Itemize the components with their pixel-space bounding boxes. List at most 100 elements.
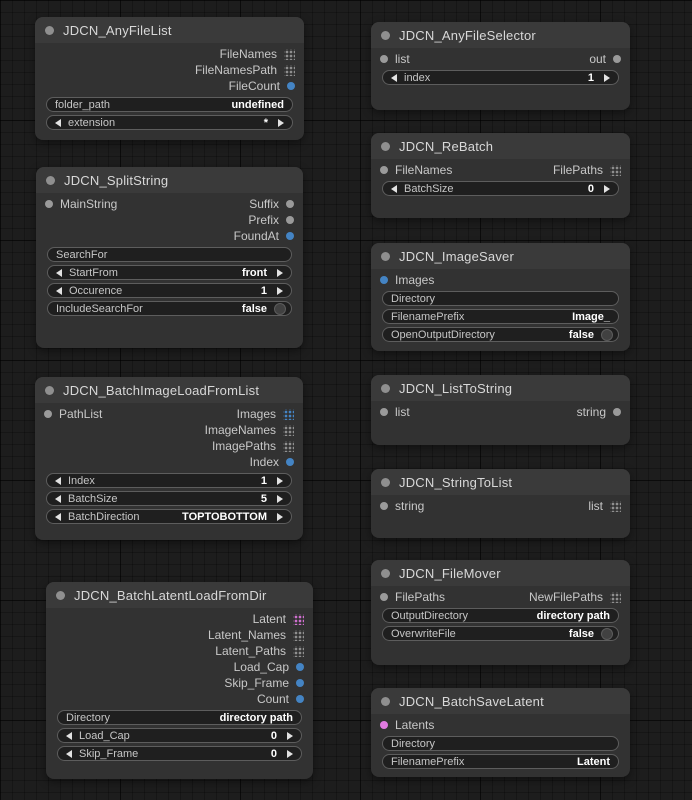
combo-prev-icon[interactable] [66,732,72,740]
combo-next-icon[interactable] [278,119,284,127]
node-listtostring[interactable]: JDCN_ListToString list string [371,375,630,445]
collapse-dot-icon[interactable] [381,31,390,40]
input-slot-list[interactable]: list [380,52,410,66]
output-slot-index[interactable]: Index [250,455,294,469]
node-stringtolist[interactable]: JDCN_StringToList string list [371,469,630,538]
list-output-icon[interactable] [284,65,295,76]
output-slot-filenamespath[interactable]: FileNamesPath [195,63,295,77]
widget-directory[interactable]: Directory directory path [57,710,302,725]
input-slot-pathlist[interactable]: PathList [44,407,102,421]
collapse-dot-icon[interactable] [381,142,390,151]
collapse-dot-icon[interactable] [381,697,390,706]
collapse-dot-icon[interactable] [45,386,54,395]
widget-openoutputdirectory[interactable]: OpenOutputDirectory false [382,327,619,342]
list-output-icon[interactable] [293,646,304,657]
node-anyfileselector[interactable]: JDCN_AnyFileSelector list out index 1 [371,22,630,110]
input-dot-icon[interactable] [44,410,52,418]
combo-prev-icon[interactable] [56,287,62,295]
latent-list-output-icon[interactable] [293,614,304,625]
input-slot-images[interactable]: Images [380,273,434,287]
widget-folder-path[interactable]: folder_path undefined [46,97,293,112]
output-slot-load-cap[interactable]: Load_Cap [234,660,304,674]
output-dot-icon[interactable] [613,55,621,63]
output-slot-latent[interactable]: Latent [253,612,304,626]
node-imagesaver[interactable]: JDCN_ImageSaver Images Directory Filenam… [371,243,630,351]
widget-batchsize[interactable]: BatchSize 5 [46,491,292,506]
node-header[interactable]: JDCN_AnyFileList [35,17,304,43]
output-slot-imagepaths[interactable]: ImagePaths [212,439,294,453]
combo-next-icon[interactable] [277,513,283,521]
input-slot-filepaths[interactable]: FilePaths [380,590,445,604]
node-header[interactable]: JDCN_BatchSaveLatent [371,688,630,714]
output-slot-string[interactable]: string [577,405,621,419]
output-dot-icon[interactable] [286,200,294,208]
output-slot-images[interactable]: Images [237,407,294,421]
collapse-dot-icon[interactable] [381,384,390,393]
widget-includesearchfor[interactable]: IncludeSearchFor false [47,301,292,316]
list-output-icon[interactable] [284,49,295,60]
output-slot-suffix[interactable]: Suffix [249,197,294,211]
widget-outputdirectory[interactable]: OutputDirectory directory path [382,608,619,623]
list-output-icon[interactable] [293,630,304,641]
node-rebatch[interactable]: JDCN_ReBatch FileNames FilePaths BatchSi… [371,133,630,218]
node-header[interactable]: JDCN_BatchImageLoadFromList [35,377,303,403]
latent-input-dot-icon[interactable] [380,721,388,729]
widget-extension[interactable]: extension * [46,115,293,130]
int-output-dot-icon[interactable] [286,232,294,240]
input-slot-filenames[interactable]: FileNames [380,163,452,177]
node-header[interactable]: JDCN_SplitString [36,167,303,193]
node-splitstring[interactable]: JDCN_SplitString MainString Suffix Prefi… [36,167,303,348]
widget-filenameprefix[interactable]: FilenamePrefix Image_ [382,309,619,324]
input-slot-list[interactable]: list [380,405,410,419]
node-anyfilelist[interactable]: JDCN_AnyFileList FileNames FileNamesPath… [35,17,304,140]
widget-batchsize[interactable]: BatchSize 0 [382,181,619,196]
combo-prev-icon[interactable] [55,119,61,127]
combo-next-icon[interactable] [287,732,293,740]
toggle-knob-icon[interactable] [601,329,613,341]
image-input-dot-icon[interactable] [380,276,388,284]
node-header[interactable]: JDCN_FileMover [371,560,630,586]
list-output-icon[interactable] [610,165,621,176]
list-output-icon[interactable] [283,425,294,436]
output-slot-list[interactable]: list [588,499,621,513]
input-slot-latents[interactable]: Latents [380,718,434,732]
toggle-knob-icon[interactable] [601,628,613,640]
toggle-knob-icon[interactable] [274,303,286,315]
widget-index[interactable]: Index 1 [46,473,292,488]
list-output-icon[interactable] [610,592,621,603]
widget-load-cap[interactable]: Load_Cap 0 [57,728,302,743]
widget-filenameprefix[interactable]: FilenamePrefix Latent [382,754,619,769]
node-batchimageloadfromlist[interactable]: JDCN_BatchImageLoadFromList PathList Ima… [35,377,303,540]
output-slot-filecount[interactable]: FileCount [229,79,295,93]
widget-directory[interactable]: Directory [382,736,619,751]
node-header[interactable]: JDCN_AnyFileSelector [371,22,630,48]
widget-skip-frame[interactable]: Skip_Frame 0 [57,746,302,761]
int-output-dot-icon[interactable] [287,82,295,90]
input-dot-icon[interactable] [380,55,388,63]
combo-prev-icon[interactable] [55,477,61,485]
combo-next-icon[interactable] [604,74,610,82]
output-slot-prefix[interactable]: Prefix [248,213,294,227]
combo-next-icon[interactable] [277,287,283,295]
combo-prev-icon[interactable] [391,185,397,193]
combo-next-icon[interactable] [287,750,293,758]
input-slot-string[interactable]: string [380,499,424,513]
widget-directory[interactable]: Directory [382,291,619,306]
input-dot-icon[interactable] [380,502,388,510]
int-output-dot-icon[interactable] [296,679,304,687]
output-slot-newfilepaths[interactable]: NewFilePaths [529,590,621,604]
node-header[interactable]: JDCN_ListToString [371,375,630,401]
input-dot-icon[interactable] [380,166,388,174]
collapse-dot-icon[interactable] [45,26,54,35]
output-slot-filepaths[interactable]: FilePaths [553,163,621,177]
widget-startfrom[interactable]: StartFrom front [47,265,292,280]
list-output-icon[interactable] [610,501,621,512]
node-header[interactable]: JDCN_BatchLatentLoadFromDir [46,582,313,608]
output-slot-count[interactable]: Count [257,692,304,706]
output-slot-skip-frame[interactable]: Skip_Frame [224,676,304,690]
node-batchlatentloadfromdir[interactable]: JDCN_BatchLatentLoadFromDir Latent Laten… [46,582,313,779]
int-output-dot-icon[interactable] [296,663,304,671]
combo-next-icon[interactable] [604,185,610,193]
collapse-dot-icon[interactable] [381,569,390,578]
output-slot-out[interactable]: out [589,52,621,66]
